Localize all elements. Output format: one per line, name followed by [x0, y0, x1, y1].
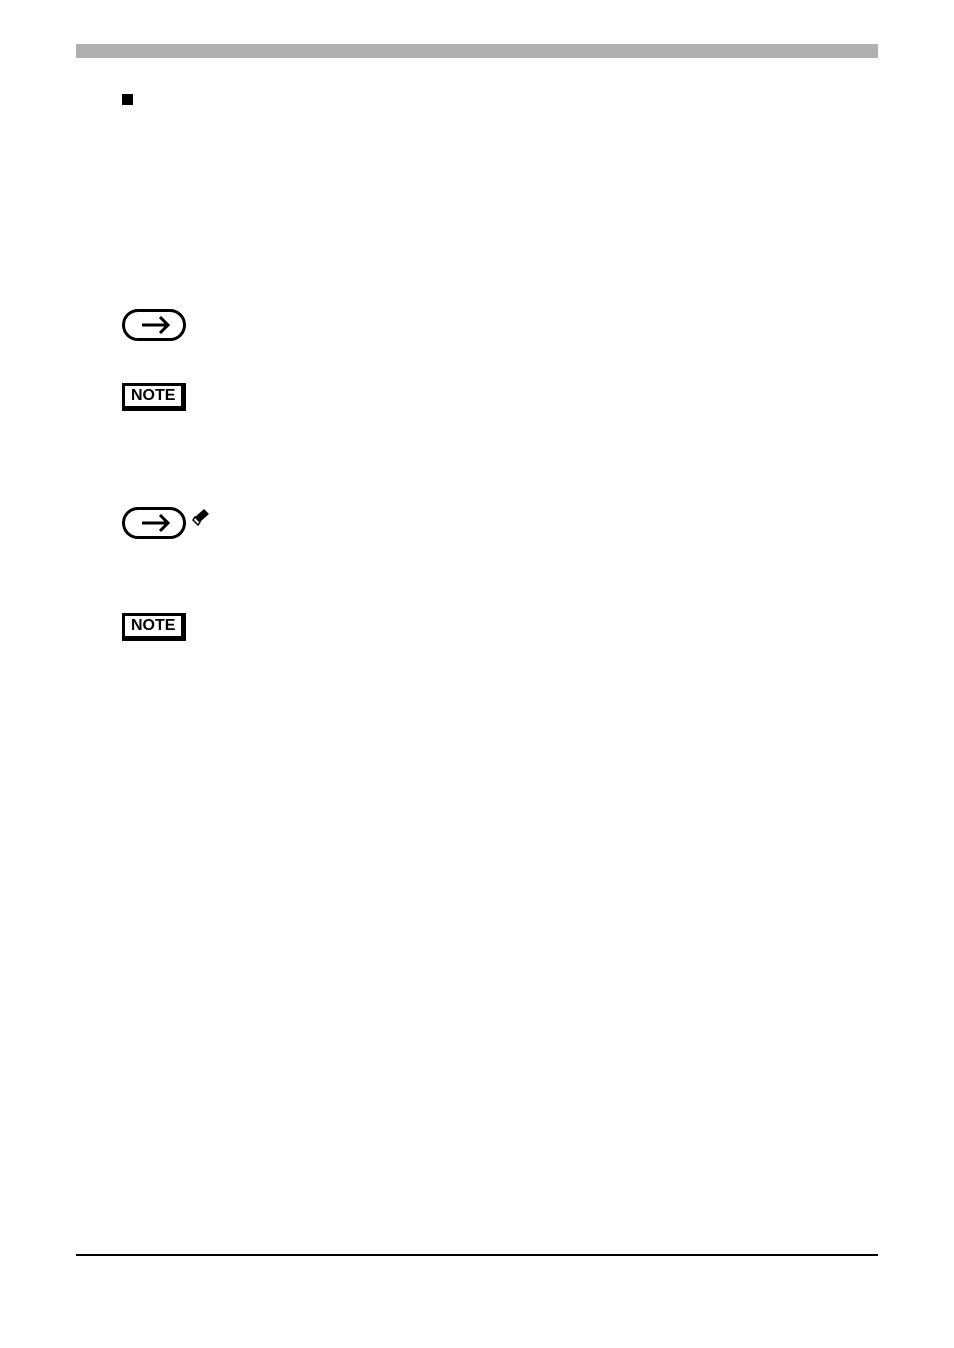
note-row-1: NOTE	[122, 383, 832, 411]
step-row-1	[122, 309, 832, 341]
arrow-right-icon	[122, 309, 186, 341]
arrow-right-icon	[122, 507, 186, 539]
eraser-icon	[192, 507, 210, 539]
note-icon: NOTE	[122, 383, 186, 411]
section-heading	[122, 90, 832, 105]
note-row-2: NOTE	[122, 613, 832, 641]
content-area: NOTE NOTE	[122, 90, 832, 641]
note-icon: NOTE	[122, 613, 186, 641]
footer-line	[76, 1254, 878, 1256]
step-row-2	[122, 507, 832, 539]
bullet-icon	[122, 94, 133, 105]
top-bar	[76, 44, 878, 58]
